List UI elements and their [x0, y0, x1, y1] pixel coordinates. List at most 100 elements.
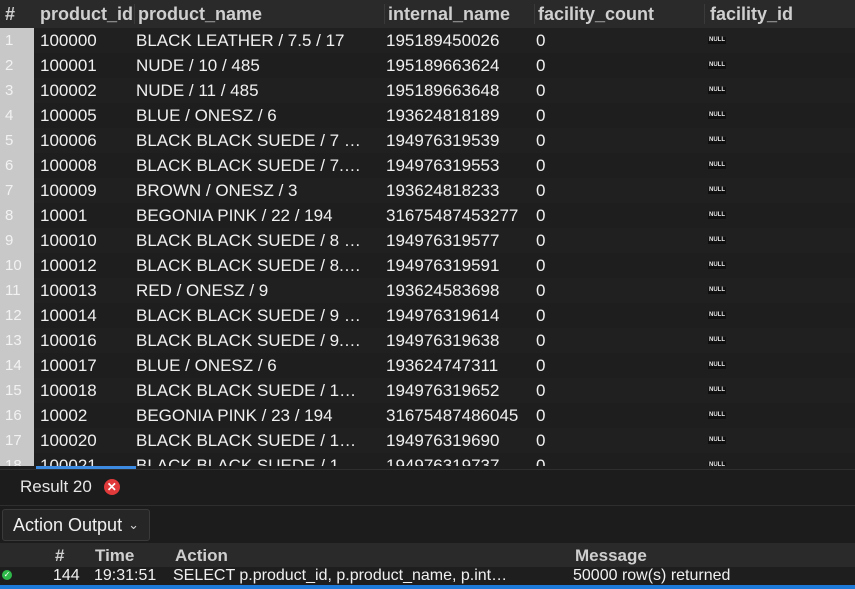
- cell-facility-count[interactable]: 0: [536, 403, 696, 428]
- table-row[interactable]: 9 100010 BLACK BLACK SUEDE / 8 … 1949763195…: [0, 228, 855, 253]
- cell-facility-id-null[interactable]: NULL: [708, 87, 726, 94]
- cell-facility-count[interactable]: 0: [536, 428, 696, 453]
- table-row[interactable]: 13 100016 BLACK BLACK SUEDE / 9.… 194976319…: [0, 328, 855, 353]
- cell-product-name[interactable]: BLACK BLACK SUEDE / 9.…: [136, 328, 378, 353]
- column-header-internal-name[interactable]: internal_name: [388, 0, 510, 28]
- cell-product-name[interactable]: BLACK BLACK SUEDE / 1…: [136, 428, 378, 453]
- table-row[interactable]: 10 100012 BLACK BLACK SUEDE / 8.… 194976319…: [0, 253, 855, 278]
- cell-product-id[interactable]: 100005: [40, 103, 132, 128]
- cell-facility-id-null[interactable]: NULL: [708, 337, 726, 344]
- cell-product-id[interactable]: 100001: [40, 53, 132, 78]
- table-row[interactable]: 2 100001 NUDE / 10 / 485 195189663624 0 NULL: [0, 53, 855, 78]
- table-row[interactable]: 7 100009 BROWN / ONESZ / 3 193624818233 0 NUL…: [0, 178, 855, 203]
- cell-internal-name[interactable]: 194976319539: [386, 128, 532, 153]
- table-row[interactable]: 12 100014 BLACK BLACK SUEDE / 9 … 194976319…: [0, 303, 855, 328]
- cell-product-id[interactable]: 100013: [40, 278, 132, 303]
- cell-internal-name[interactable]: 193624818189: [386, 103, 532, 128]
- cell-internal-name[interactable]: 193624747311: [386, 353, 532, 378]
- cell-facility-id-null[interactable]: NULL: [708, 387, 726, 394]
- table-row[interactable]: 17 100020 BLACK BLACK SUEDE / 1… 1949763196…: [0, 428, 855, 453]
- cell-facility-count[interactable]: 0: [536, 28, 696, 53]
- column-header-facility-count[interactable]: facility_count: [538, 0, 654, 28]
- cell-product-id[interactable]: 10001: [40, 203, 132, 228]
- table-row[interactable]: 8 10001 BEGONIA PINK / 22 / 194 31675487453…: [0, 203, 855, 228]
- table-row[interactable]: 15 100018 BLACK BLACK SUEDE / 1… 1949763196…: [0, 378, 855, 403]
- table-row[interactable]: 4 100005 BLUE / ONESZ / 6 193624818189 0 NULL: [0, 103, 855, 128]
- cell-internal-name[interactable]: 31675487486045: [386, 403, 532, 428]
- cell-facility-id-null[interactable]: NULL: [708, 62, 726, 69]
- column-header-rownum[interactable]: #: [5, 0, 15, 28]
- cell-facility-id-null[interactable]: NULL: [708, 287, 726, 294]
- cell-internal-name[interactable]: 194976319737: [386, 453, 532, 466]
- cell-product-id[interactable]: 100009: [40, 178, 132, 203]
- cell-facility-count[interactable]: 0: [536, 53, 696, 78]
- cell-product-id[interactable]: 100002: [40, 78, 132, 103]
- cell-facility-count[interactable]: 0: [536, 178, 696, 203]
- cell-product-id[interactable]: 100010: [40, 228, 132, 253]
- cell-product-name[interactable]: BLACK BLACK SUEDE / 1…: [136, 378, 378, 403]
- cell-internal-name[interactable]: 194976319591: [386, 253, 532, 278]
- table-row[interactable]: 5 100006 BLACK BLACK SUEDE / 7 … 1949763195…: [0, 128, 855, 153]
- column-divider[interactable]: [534, 4, 535, 24]
- cell-facility-count[interactable]: 0: [536, 103, 696, 128]
- cell-facility-count[interactable]: 0: [536, 203, 696, 228]
- cell-internal-name[interactable]: 193624583698: [386, 278, 532, 303]
- table-row[interactable]: 14 100017 BLUE / ONESZ / 6 193624747311 0 NUL…: [0, 353, 855, 378]
- cell-facility-id-null[interactable]: NULL: [708, 312, 726, 319]
- column-divider[interactable]: [704, 4, 705, 24]
- cell-product-name[interactable]: BLACK BLACK SUEDE / 7 …: [136, 128, 378, 153]
- cell-product-name[interactable]: BLUE / ONESZ / 6: [136, 353, 378, 378]
- cell-internal-name[interactable]: 193624818233: [386, 178, 532, 203]
- cell-internal-name[interactable]: 194976319638: [386, 328, 532, 353]
- cell-facility-count[interactable]: 0: [536, 303, 696, 328]
- cell-facility-id-null[interactable]: NULL: [708, 262, 726, 269]
- column-header-facility-id[interactable]: facility_id: [710, 0, 793, 28]
- cell-internal-name[interactable]: 194976319577: [386, 228, 532, 253]
- result-grid[interactable]: # product_id product_name internal_name …: [0, 0, 855, 466]
- cell-facility-id-null[interactable]: NULL: [708, 162, 726, 169]
- cell-facility-count[interactable]: 0: [536, 128, 696, 153]
- cell-product-name[interactable]: BLACK BLACK SUEDE / 7.…: [136, 153, 378, 178]
- log-row[interactable]: ✓ 144 19:31:51 SELECT p.product_id, p.pr…: [0, 567, 855, 585]
- cell-product-name[interactable]: BLACK BLACK SUEDE / 9 …: [136, 303, 378, 328]
- log-column-message[interactable]: Message: [575, 543, 647, 567]
- cell-product-name[interactable]: RED / ONESZ / 9: [136, 278, 378, 303]
- cell-internal-name[interactable]: 194976319652: [386, 378, 532, 403]
- log-column-time[interactable]: Time: [95, 543, 134, 567]
- cell-product-id[interactable]: 100018: [40, 378, 132, 403]
- cell-internal-name[interactable]: 194976319553: [386, 153, 532, 178]
- cell-product-id[interactable]: 100000: [40, 28, 132, 53]
- cell-product-name[interactable]: BEGONIA PINK / 23 / 194: [136, 403, 378, 428]
- table-row[interactable]: 16 10002 BEGONIA PINK / 23 / 194 3167548748…: [0, 403, 855, 428]
- cell-product-name[interactable]: BLUE / ONESZ / 6: [136, 103, 378, 128]
- cell-facility-id-null[interactable]: NULL: [708, 462, 726, 466]
- cell-facility-id-null[interactable]: NULL: [708, 137, 726, 144]
- cell-internal-name[interactable]: 31675487453277: [386, 203, 532, 228]
- cell-facility-count[interactable]: 0: [536, 278, 696, 303]
- cell-facility-count[interactable]: 0: [536, 78, 696, 103]
- cell-facility-id-null[interactable]: NULL: [708, 187, 726, 194]
- cell-facility-id-null[interactable]: NULL: [708, 362, 726, 369]
- cell-product-name[interactable]: NUDE / 11 / 485: [136, 78, 378, 103]
- cell-facility-count[interactable]: 0: [536, 228, 696, 253]
- cell-internal-name[interactable]: 195189663624: [386, 53, 532, 78]
- tab-result-20[interactable]: Result 20 ✕: [8, 470, 132, 504]
- table-row[interactable]: 11 100013 RED / ONESZ / 9 193624583698 0 NULL: [0, 278, 855, 303]
- cell-product-name[interactable]: BLACK BLACK SUEDE / 8.…: [136, 253, 378, 278]
- column-divider[interactable]: [384, 4, 385, 24]
- cell-product-id[interactable]: 100008: [40, 153, 132, 178]
- cell-internal-name[interactable]: 194976319690: [386, 428, 532, 453]
- cell-product-id[interactable]: 100021: [40, 453, 132, 466]
- cell-facility-count[interactable]: 0: [536, 453, 696, 466]
- output-type-dropdown[interactable]: Action Output ⌄: [2, 509, 150, 541]
- cell-facility-count[interactable]: 0: [536, 153, 696, 178]
- cell-facility-count[interactable]: 0: [536, 353, 696, 378]
- cell-facility-id-null[interactable]: NULL: [708, 437, 726, 444]
- cell-facility-count[interactable]: 0: [536, 378, 696, 403]
- cell-product-id[interactable]: 100012: [40, 253, 132, 278]
- cell-facility-id-null[interactable]: NULL: [708, 212, 726, 219]
- table-row[interactable]: 3 100002 NUDE / 11 / 485 195189663648 0 NULL: [0, 78, 855, 103]
- cell-product-name[interactable]: BLACK BLACK SUEDE / 1…: [136, 453, 378, 466]
- cell-facility-id-null[interactable]: NULL: [708, 412, 726, 419]
- cell-product-name[interactable]: NUDE / 10 / 485: [136, 53, 378, 78]
